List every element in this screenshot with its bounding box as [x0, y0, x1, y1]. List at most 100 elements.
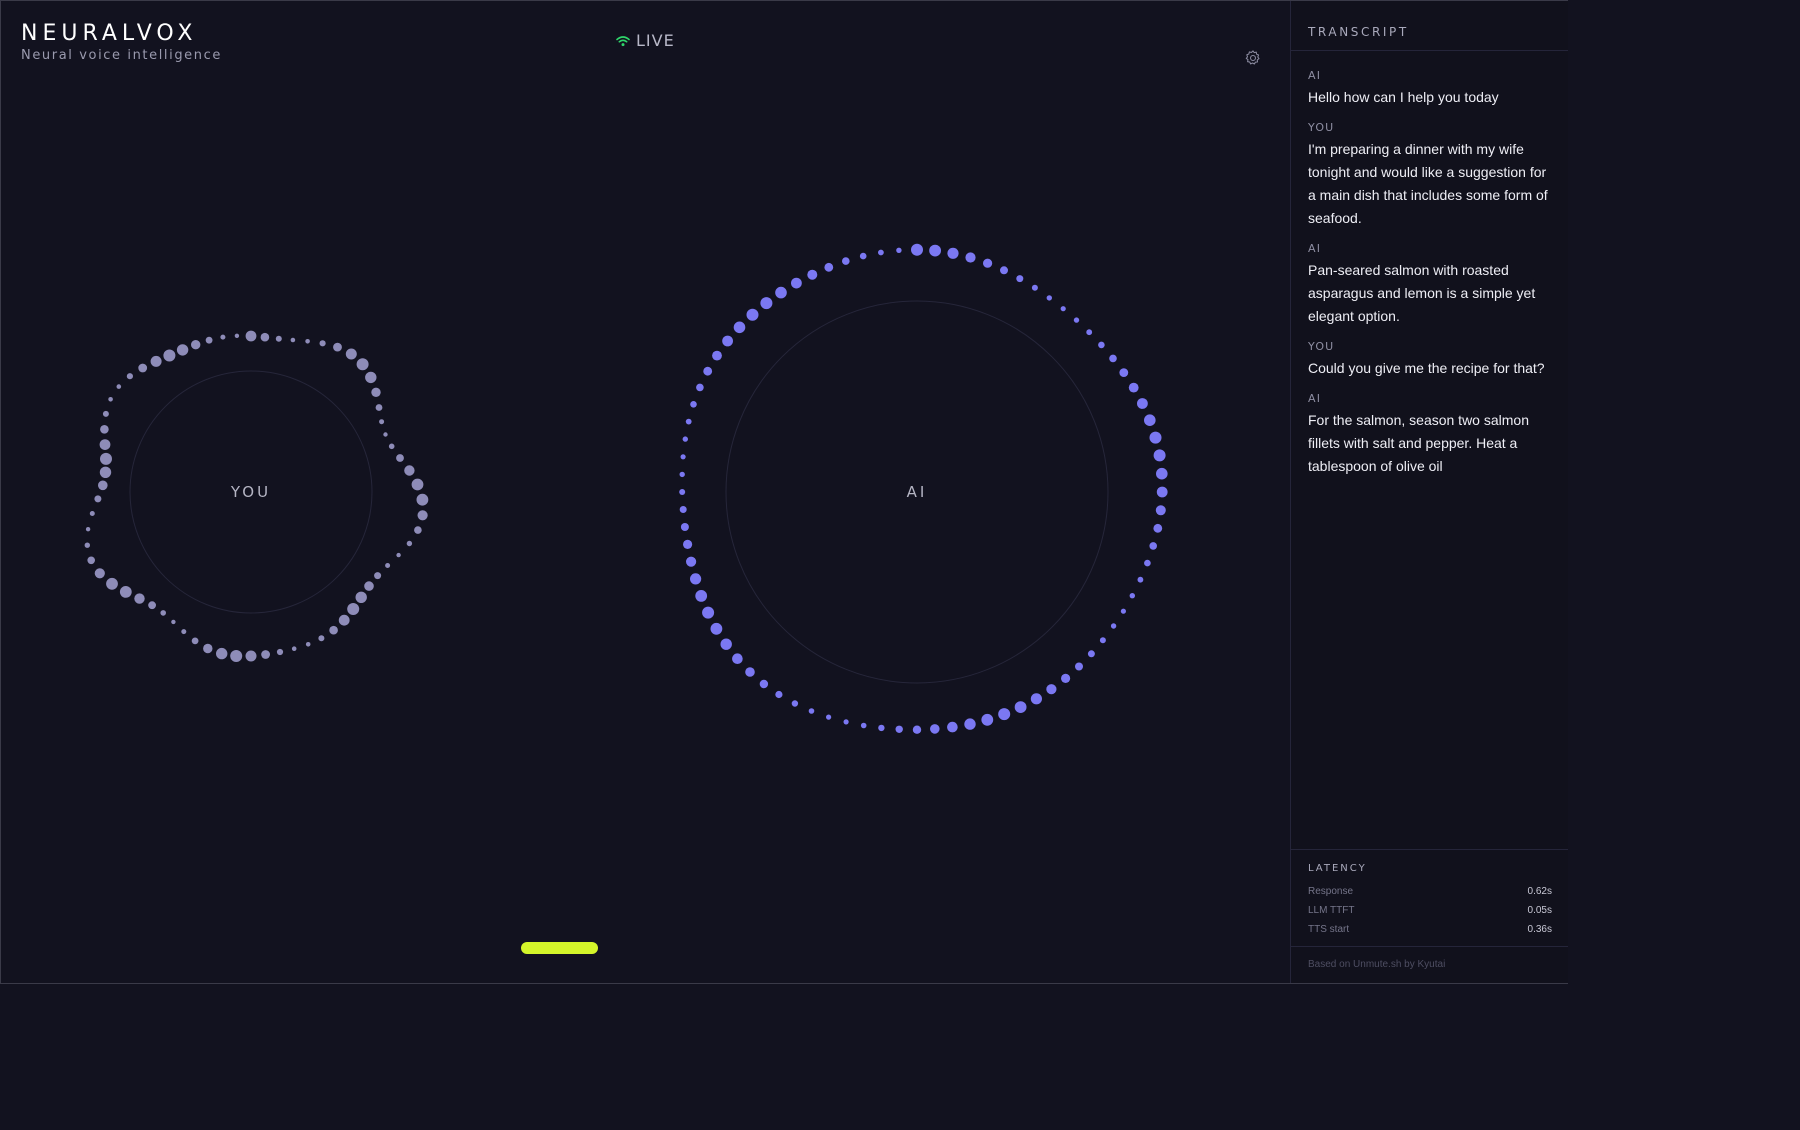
waveform-dot	[365, 371, 377, 384]
waveform-dot	[216, 647, 228, 660]
mic-button[interactable]	[521, 942, 598, 954]
waveform-dot	[291, 646, 297, 651]
message-speaker: AI	[1308, 392, 1322, 405]
latency-rows: Response 0.62s LLM TTFT 0.05s TTS start 0.36s	[1308, 882, 1552, 939]
latency-row: TTS start 0.36s	[1308, 920, 1552, 939]
latency-value: 0.05s	[1527, 905, 1552, 916]
waveform-dot	[824, 262, 834, 272]
waveform-dot	[1156, 467, 1168, 480]
waveform-dot	[1099, 637, 1106, 644]
waveform-dot	[807, 269, 818, 280]
waveform-dot	[276, 648, 284, 656]
ai-orb-label: AI	[906, 483, 928, 501]
waveform-dot	[679, 489, 686, 495]
waveform-dot	[230, 650, 243, 662]
waveform-dot	[84, 542, 91, 548]
waveform-dot	[163, 349, 176, 362]
waveform-dot	[406, 540, 413, 547]
waveform-dot	[100, 452, 112, 465]
waveform-dot	[696, 383, 704, 392]
main-stage: NEURALVOX Neural voice intelligence LIVE…	[1, 1, 1289, 983]
waveform-dot	[119, 586, 132, 598]
waveform-dot	[100, 425, 109, 434]
waveform-dot	[911, 243, 923, 256]
waveform-dot	[1120, 608, 1126, 614]
waveform-dot	[1000, 266, 1008, 275]
waveform-dot	[842, 257, 850, 265]
waveform-dot	[383, 432, 388, 437]
waveform-dot	[679, 506, 687, 513]
waveform-dot	[775, 286, 787, 299]
waveform-dot	[895, 725, 903, 733]
waveform-dot	[680, 523, 689, 531]
waveform-dot	[1031, 284, 1038, 291]
transcript-list: AI Hello how can I help you today YOU I'm p…	[1291, 51, 1568, 478]
waveform-dot	[710, 622, 723, 635]
waveform-dot	[333, 342, 342, 352]
waveform-dot	[1155, 505, 1166, 516]
waveform-dot	[94, 495, 102, 503]
waveform-dot	[965, 252, 976, 263]
waveform-dot	[680, 454, 686, 460]
waveform-dot	[260, 332, 270, 342]
waveform-dot	[414, 526, 422, 534]
waveform-dot	[205, 336, 213, 344]
transcript-title: TRANSCRIPT	[1291, 1, 1568, 51]
waveform-dot	[929, 244, 941, 257]
waveform-dot	[912, 725, 922, 734]
waveform-dot	[690, 401, 697, 408]
message-text: Hello how can I help you today	[1308, 89, 1499, 105]
waveform-dot	[371, 387, 381, 397]
waveform-dot	[160, 610, 166, 616]
waveform-dot	[1129, 593, 1136, 599]
waveform-dot	[411, 478, 424, 491]
waveform-dot	[181, 629, 187, 635]
waveform-dot	[305, 642, 311, 647]
transcript-panel: TRANSCRIPT AI Hello how can I help you to…	[1290, 1, 1568, 983]
waveform-dot	[947, 247, 959, 259]
waveform-dot	[760, 297, 773, 310]
waveform-dot	[722, 335, 733, 347]
latency-row: Response 0.62s	[1308, 882, 1552, 901]
waveform-dot	[191, 637, 199, 645]
latency-label: Response	[1308, 886, 1354, 897]
waveform-dot	[1030, 693, 1042, 705]
waveform-dot	[290, 337, 296, 343]
waveform-dot	[1061, 673, 1071, 684]
waveform-dot	[338, 614, 350, 626]
message-speaker: YOU	[1308, 340, 1335, 353]
waveform-dot	[878, 249, 884, 256]
you-orb-label: YOU	[230, 483, 272, 501]
waveform-dot	[878, 724, 885, 732]
waveform-dot	[1110, 623, 1117, 629]
waveform-dot	[720, 638, 732, 650]
waveform-dot	[1144, 559, 1151, 567]
waveform-dot	[745, 667, 755, 677]
latency-title: LATENCY	[1308, 863, 1367, 874]
waveform-dot	[702, 606, 715, 619]
waveform-dot	[99, 466, 112, 478]
waveform-dot	[319, 340, 326, 347]
waveform-dot	[695, 590, 708, 602]
waveform-dot	[245, 330, 257, 342]
waveform-dot	[690, 573, 702, 585]
waveform-dot	[1156, 486, 1168, 498]
latency-panel: LATENCY Response 0.62s LLM TTFT 0.05s TTS st…	[1291, 849, 1568, 947]
footer-credit: Based on Unmute.sh by Kyutai	[1308, 959, 1446, 970]
waveform-dot	[98, 480, 108, 491]
waveform-dot	[947, 721, 958, 733]
waveform-dot	[732, 653, 743, 664]
waveform-dot	[347, 603, 360, 615]
transcript-message: AI Hello how can I help you today	[1308, 69, 1554, 109]
waveform-dot	[138, 363, 148, 373]
waveform-dot	[686, 556, 697, 567]
waveform-dot	[108, 397, 113, 402]
waveform-dot	[703, 366, 713, 376]
waveform-dot	[191, 340, 201, 350]
waveform-dot	[126, 373, 133, 380]
waveform-dot	[176, 344, 189, 356]
waveform-dot	[134, 593, 145, 604]
waveform-dot	[964, 718, 976, 730]
waveform-dot	[261, 650, 270, 659]
waveform-dot	[245, 650, 257, 662]
